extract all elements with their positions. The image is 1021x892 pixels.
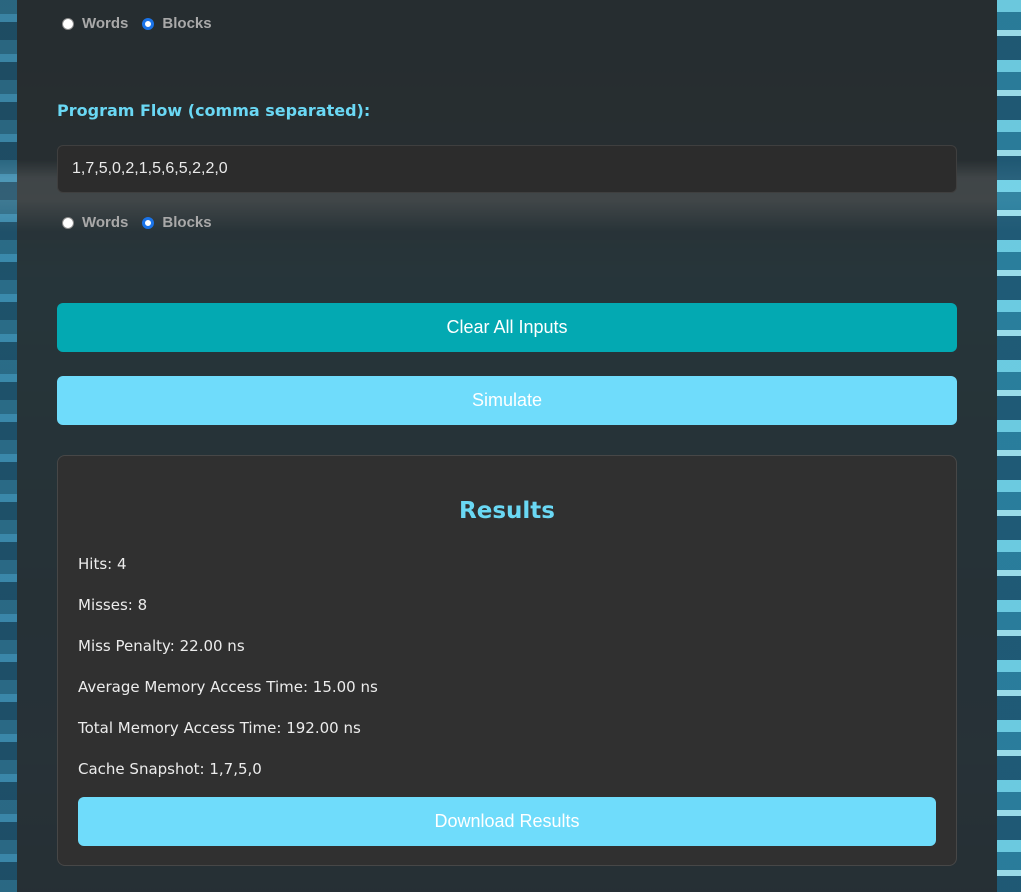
amat-stat: Average Memory Access Time: 15.00 ns [78,678,378,696]
radio-label-words-top: Words [82,15,129,32]
hits-stat: Hits: 4 [78,555,127,573]
radio-label-words-flow: Words [82,214,129,231]
program-flow-input[interactable]: 1,7,5,0,2,1,5,6,5,2,2,0 [57,145,957,193]
radio-label-blocks-flow: Blocks [162,214,212,231]
unit-radio-group-top: Words Blocks [62,15,226,32]
radio-label-blocks-top: Blocks [162,15,212,32]
radio-words-flow[interactable] [62,216,74,229]
radio-blocks-flow[interactable] [142,216,155,229]
results-title: Results [459,498,555,524]
miss-penalty-stat: Miss Penalty: 22.00 ns [78,637,245,655]
misses-stat: Misses: 8 [78,596,148,614]
radio-words-top[interactable] [62,17,74,30]
download-results-button[interactable]: Download Results [78,797,936,846]
unit-radio-group-flow: Words Blocks [62,214,226,231]
results-card: Results Hits: 4 Misses: 8 Miss Penalty: … [57,455,957,866]
simulate-button[interactable]: Simulate [57,376,957,425]
total-access-time-stat: Total Memory Access Time: 192.00 ns [78,719,361,737]
cache-snapshot-stat: Cache Snapshot: 1,7,5,0 [78,760,262,778]
radio-blocks-top[interactable] [142,17,155,30]
program-flow-label: Program Flow (comma separated): [57,101,371,120]
background-image-left [0,0,17,892]
background-image-right [997,0,1021,892]
clear-all-inputs-button[interactable]: Clear All Inputs [57,303,957,352]
